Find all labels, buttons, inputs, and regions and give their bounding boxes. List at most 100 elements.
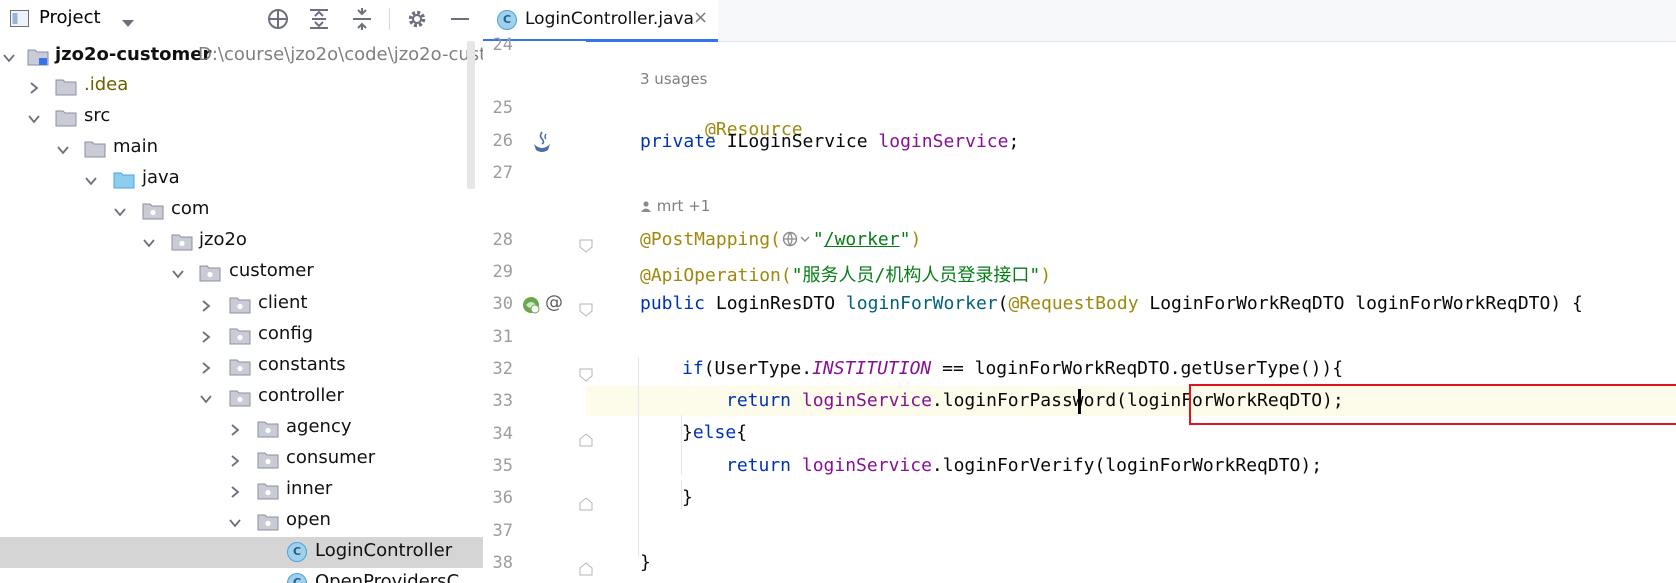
chevron-down-icon[interactable] — [121, 13, 135, 32]
package-icon — [171, 232, 193, 251]
plain-token: == loginForWorkReqDTO.getUserType()){ — [931, 358, 1344, 379]
chevron-down-icon[interactable] — [142, 235, 156, 249]
string-token: " — [899, 229, 911, 250]
tree-item-label: open — [286, 509, 331, 530]
code-area[interactable]: 3 usages @Resource private ILoginService… — [483, 41, 1676, 583]
text-caret — [1078, 389, 1081, 414]
package-icon — [257, 481, 279, 500]
keyword-token: return — [726, 390, 792, 411]
brace-token: } — [682, 422, 693, 443]
tree-item-open-providers-controller[interactable]: C OpenProvidersC — [0, 568, 483, 583]
plain-token: .loginForVerify(loginForWorkReqDTO); — [931, 455, 1323, 476]
class-icon: C — [287, 542, 307, 562]
project-panel-title[interactable]: Project — [39, 7, 101, 28]
chevron-right-icon[interactable] — [228, 484, 242, 498]
chevron-right-icon[interactable] — [199, 360, 213, 374]
tree-item-label: jzo2o-customer — [55, 44, 212, 65]
chevron-down-icon[interactable] — [113, 204, 127, 218]
tree-item-label: .idea — [84, 74, 129, 95]
tree-item-label: jzo2o — [199, 229, 247, 250]
tree-item-inner[interactable]: inner — [0, 475, 483, 506]
tree-item-src[interactable]: src — [0, 102, 483, 133]
tree-item-open[interactable]: open — [0, 506, 483, 537]
chevron-down-icon[interactable] — [2, 50, 16, 64]
code-line-38: } — [640, 552, 651, 573]
chevron-right-icon[interactable] — [228, 453, 242, 467]
tree-item-constants[interactable]: constants — [0, 351, 483, 382]
keyword-token: return — [726, 455, 792, 476]
annotation-token: ) — [910, 229, 922, 250]
string-token: "服务人员/机构人员登录接口" — [791, 265, 1041, 286]
tree-item-label: inner — [286, 478, 333, 499]
url-link[interactable]: /worker — [824, 229, 900, 250]
tree-item-label: controller — [258, 385, 344, 406]
tree-item-label: agency — [286, 416, 352, 437]
chevron-down-icon[interactable] — [171, 266, 185, 280]
type-token: ILoginService — [715, 131, 879, 152]
url-globe-icon[interactable] — [781, 230, 813, 248]
minimize-icon[interactable] — [448, 7, 472, 31]
params-token: LoginForWorkReqDTO loginForWorkReqDTO) { — [1138, 293, 1583, 314]
code-line-36: } — [682, 487, 693, 508]
tree-item-label: src — [84, 105, 111, 126]
tree-item-config[interactable]: config — [0, 320, 483, 351]
author-hint-text: mrt +1 — [656, 197, 711, 215]
tree-item-client[interactable]: client — [0, 289, 483, 320]
author-hint[interactable]: mrt +1 — [640, 197, 710, 215]
class-icon: C — [497, 10, 517, 30]
code-line-34: }else{ — [682, 422, 747, 443]
tree-item-customer[interactable]: customer — [0, 257, 483, 288]
chevron-down-icon[interactable] — [199, 391, 213, 405]
chevron-right-icon[interactable] — [199, 298, 213, 312]
tree-item-label: java — [142, 167, 180, 188]
folder-icon — [84, 139, 106, 158]
tree-item-agency[interactable]: agency — [0, 413, 483, 444]
user-icon — [641, 201, 651, 212]
annotation-token: @PostMapping( — [640, 229, 781, 250]
usages-hint[interactable]: 3 usages — [640, 70, 707, 88]
chevron-right-icon[interactable] — [27, 80, 41, 94]
package-icon — [142, 201, 164, 220]
tree-item-label: consumer — [286, 447, 376, 468]
collapse-all-icon[interactable] — [350, 7, 374, 31]
expand-all-icon[interactable] — [307, 7, 331, 31]
tree-scrollbar[interactable] — [467, 41, 475, 189]
keyword-token: else — [692, 422, 737, 443]
field-token: loginService — [801, 390, 932, 411]
project-panel-header: Project — [0, 0, 483, 39]
highlight-annotation-box — [1189, 384, 1676, 425]
locate-icon[interactable] — [266, 7, 290, 31]
tree-item-controller[interactable]: controller — [0, 382, 483, 413]
chevron-down-icon[interactable] — [228, 515, 242, 529]
tree-item-java[interactable]: java — [0, 164, 483, 195]
folder-icon — [55, 77, 77, 96]
chevron-right-icon[interactable] — [228, 422, 242, 436]
type-token: LoginResDTO — [705, 293, 846, 314]
tree-item-label: customer — [229, 260, 314, 281]
tab-login-controller[interactable]: C LoginController.java × — [483, 0, 718, 42]
tree-item-main[interactable]: main — [0, 133, 483, 164]
tree-item-label: client — [258, 292, 308, 313]
package-icon — [257, 419, 279, 438]
tab-label: LoginController.java — [525, 9, 694, 29]
tree-item-jzo2o-customer[interactable]: jzo2o-customer D:\course\jzo2o\code\jzo2… — [0, 41, 483, 72]
source-folder-icon — [113, 170, 135, 189]
tree-item-consumer[interactable]: consumer — [0, 444, 483, 475]
class-icon: C — [287, 573, 307, 583]
project-view-icon — [10, 10, 29, 27]
chevron-down-icon[interactable] — [84, 173, 98, 187]
chevron-down-icon[interactable] — [56, 142, 70, 156]
tree-item-idea[interactable]: .idea — [0, 71, 483, 102]
keyword-token: public — [640, 293, 706, 314]
punct-token: ; — [1008, 131, 1020, 152]
gear-icon[interactable] — [405, 7, 429, 31]
tree-item-jzo2o[interactable]: jzo2o — [0, 226, 483, 257]
tree-item-login-controller[interactable]: C LoginController — [0, 537, 483, 568]
close-icon[interactable]: × — [693, 7, 708, 28]
tree-item-com[interactable]: com — [0, 195, 483, 226]
constant-token: INSTITUTION — [812, 358, 932, 379]
module-path: D:\course\jzo2o\code\jzo2o-customer — [198, 44, 483, 65]
annotation-token: @RequestBody — [1008, 293, 1139, 314]
chevron-right-icon[interactable] — [199, 329, 213, 343]
chevron-down-icon[interactable] — [27, 111, 41, 125]
